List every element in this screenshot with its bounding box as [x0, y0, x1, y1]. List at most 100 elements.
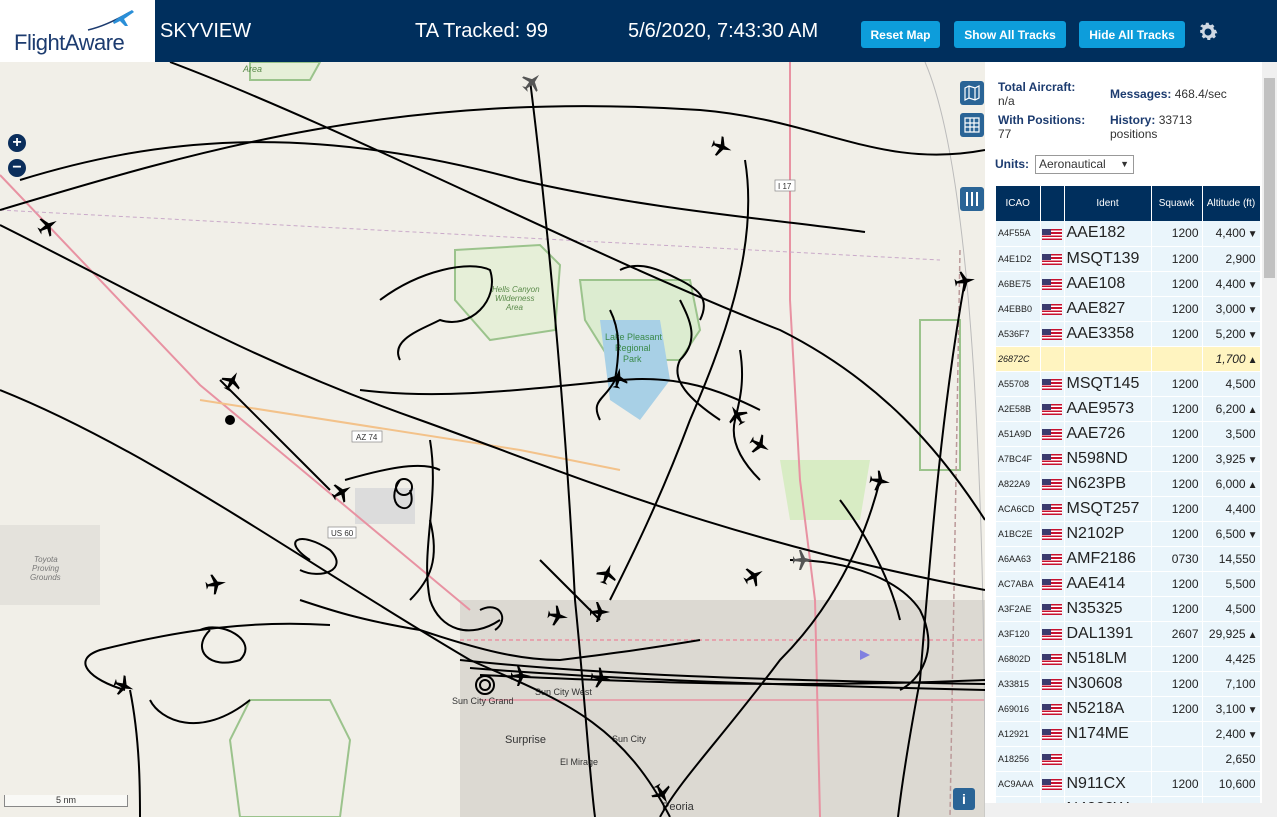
- table-row[interactable]: A7BC4F N598ND 1200 3,925 ▼: [996, 446, 1261, 472]
- app-title: SKYVIEW: [160, 20, 252, 42]
- column-header-squawk[interactable]: Squawk: [1151, 186, 1203, 221]
- flag-cell: [1040, 521, 1065, 547]
- table-row[interactable]: A6BE75 AAE108 1200 4,400 ▼: [996, 271, 1261, 297]
- table-row[interactable]: ACA6CD MSQT257 1200 4,400: [996, 496, 1261, 522]
- icao-cell: AC7ABA: [996, 571, 1041, 597]
- column-header-icao[interactable]: ICAO: [996, 186, 1041, 221]
- us-flag-icon: [1041, 228, 1062, 240]
- ident-cell: [1064, 746, 1152, 772]
- gear-icon[interactable]: [1196, 20, 1220, 44]
- with-positions-stat: With Positions: 77: [998, 113, 1085, 141]
- table-row[interactable]: A822A9 N623PB 1200 6,000 ▲: [996, 471, 1261, 497]
- squawk-cell: 1200: [1151, 321, 1203, 347]
- column-header-altitude[interactable]: Altitude (ft): [1202, 186, 1261, 221]
- altitude-trend-icon: ▲: [1247, 629, 1258, 641]
- altitude-cell: 3,925 ▼: [1202, 446, 1261, 472]
- map-layers-button[interactable]: [960, 81, 984, 105]
- table-row[interactable]: AC9AAA N911CX 1200 10,600: [996, 771, 1261, 797]
- us-flag-icon: [1041, 403, 1062, 415]
- altitude-value: 7,100: [1225, 676, 1256, 691]
- icao-cell: A18256: [996, 746, 1041, 772]
- altitude-value: 2,400: [1215, 726, 1246, 741]
- us-flag-icon: [1041, 678, 1062, 690]
- reset-map-button[interactable]: Reset Map: [861, 21, 940, 48]
- squawk-cell: 1200: [1151, 271, 1203, 297]
- grid-icon: [964, 117, 980, 133]
- aircraft-icon: [711, 136, 732, 156]
- table-row[interactable]: A4E1D2 MSQT139 1200 2,900: [996, 246, 1261, 272]
- table-row[interactable]: A1BC2E N2102P 1200 6,500 ▼: [996, 521, 1261, 547]
- ident-cell: N5218A: [1064, 696, 1152, 722]
- column-header-ident[interactable]: Ident: [1064, 186, 1152, 221]
- altitude-trend-icon: ▼: [1247, 329, 1258, 341]
- zoom-out-button[interactable]: −: [8, 159, 26, 177]
- ident-cell: AAE9573: [1064, 396, 1152, 422]
- table-row[interactable]: A4F55A AAE182 1200 4,400 ▼: [996, 221, 1261, 247]
- hide-all-tracks-button[interactable]: Hide All Tracks: [1079, 21, 1185, 48]
- flag-cell: [1040, 221, 1065, 247]
- us-flag-icon: [1041, 578, 1062, 590]
- ident-cell: N30608: [1064, 671, 1152, 697]
- table-row[interactable]: 26872C 1,700 ▲: [996, 346, 1261, 372]
- zoom-in-button[interactable]: +: [8, 134, 26, 152]
- ident-cell: N518LM: [1064, 646, 1152, 672]
- us-flag-icon: [1041, 628, 1062, 640]
- altitude-value: 1,700: [1215, 351, 1246, 366]
- aircraft-icon: [596, 564, 616, 585]
- table-row[interactable]: A12921 N174ME 2,400 ▼: [996, 721, 1261, 747]
- flag-cell: [1040, 721, 1065, 747]
- flag-cell: [1040, 746, 1065, 772]
- map-label: Proving: [32, 564, 60, 573]
- table-row[interactable]: AC7ABA AAE414 1200 5,500: [996, 571, 1261, 597]
- units-select[interactable]: Aeronautical ▼: [1035, 155, 1134, 174]
- flag-cell: [1040, 671, 1065, 697]
- map-label: Wilderness: [495, 294, 535, 303]
- altitude-cell: 4,500: [1202, 371, 1261, 397]
- column-header-flag[interactable]: [1040, 186, 1065, 221]
- map-label: Sun City Grand: [452, 696, 514, 706]
- squawk-cell: 1200: [1151, 646, 1203, 672]
- us-flag-icon: [1041, 528, 1062, 540]
- columns-toggle-button[interactable]: [960, 187, 984, 211]
- vertical-scrollbar[interactable]: [1262, 62, 1277, 817]
- horizontal-scrollbar[interactable]: [985, 803, 1262, 817]
- icao-cell: ACA6CD: [996, 496, 1041, 522]
- altitude-cell: 1,700 ▲: [1202, 346, 1261, 372]
- table-row[interactable]: A6AA63 AMF2186 0730 14,550: [996, 546, 1261, 572]
- flightaware-logo[interactable]: FlightAware: [0, 0, 155, 62]
- scrollbar-thumb[interactable]: [1264, 78, 1275, 278]
- info-button[interactable]: i: [953, 788, 975, 810]
- altitude-cell: 2,900: [1202, 246, 1261, 272]
- map-canvas[interactable]: Area Hells Canyon Wilderness Area Lake P…: [0, 62, 985, 817]
- table-row[interactable]: A18256 2,650: [996, 746, 1261, 772]
- flag-cell: [1040, 571, 1065, 597]
- ident-cell: AAE3358: [1064, 321, 1152, 347]
- aircraft-icon: [869, 470, 890, 491]
- top-bar: FlightAware SKYVIEW TA Tracked: 99 5/6/2…: [0, 0, 1277, 62]
- flag-cell: [1040, 246, 1065, 272]
- grid-toggle-button[interactable]: [960, 113, 984, 137]
- table-row[interactable]: A3F120 DAL1391 2607 29,925 ▲: [996, 621, 1261, 647]
- map-view[interactable]: Area Hells Canyon Wilderness Area Lake P…: [0, 62, 985, 817]
- table-row[interactable]: A6802D N518LM 1200 4,425: [996, 646, 1261, 672]
- table-row[interactable]: A51A9D AAE726 1200 3,500: [996, 421, 1261, 447]
- road-label: I 17: [778, 182, 792, 191]
- icao-cell: A4EBB0: [996, 296, 1041, 322]
- table-row[interactable]: A3F2AE N35325 1200 4,500: [996, 596, 1261, 622]
- table-row[interactable]: A4EBB0 AAE827 1200 3,000 ▼: [996, 296, 1261, 322]
- table-row[interactable]: A2E58B AAE9573 1200 6,200 ▲: [996, 396, 1261, 422]
- table-row[interactable]: A55708 MSQT145 1200 4,500: [996, 371, 1261, 397]
- altitude-cell: 4,400 ▼: [1202, 221, 1261, 247]
- table-row[interactable]: A33815 N30608 1200 7,100: [996, 671, 1261, 697]
- icao-cell: A7BC4F: [996, 446, 1041, 472]
- us-flag-icon: [1041, 728, 1062, 740]
- table-row[interactable]: A69016 N5218A 1200 3,100 ▼: [996, 696, 1261, 722]
- with-positions-label: With Positions:: [998, 113, 1086, 127]
- altitude-value: 6,500: [1215, 526, 1246, 541]
- altitude-cell: 4,500: [1202, 596, 1261, 622]
- table-row[interactable]: A536F7 AAE3358 1200 5,200 ▼: [996, 321, 1261, 347]
- current-datetime: 5/6/2020, 7:43:30 AM: [628, 20, 819, 42]
- show-all-tracks-button[interactable]: Show All Tracks: [954, 21, 1066, 48]
- altitude-cell: 10,600: [1202, 771, 1261, 797]
- us-flag-icon: [1041, 603, 1062, 615]
